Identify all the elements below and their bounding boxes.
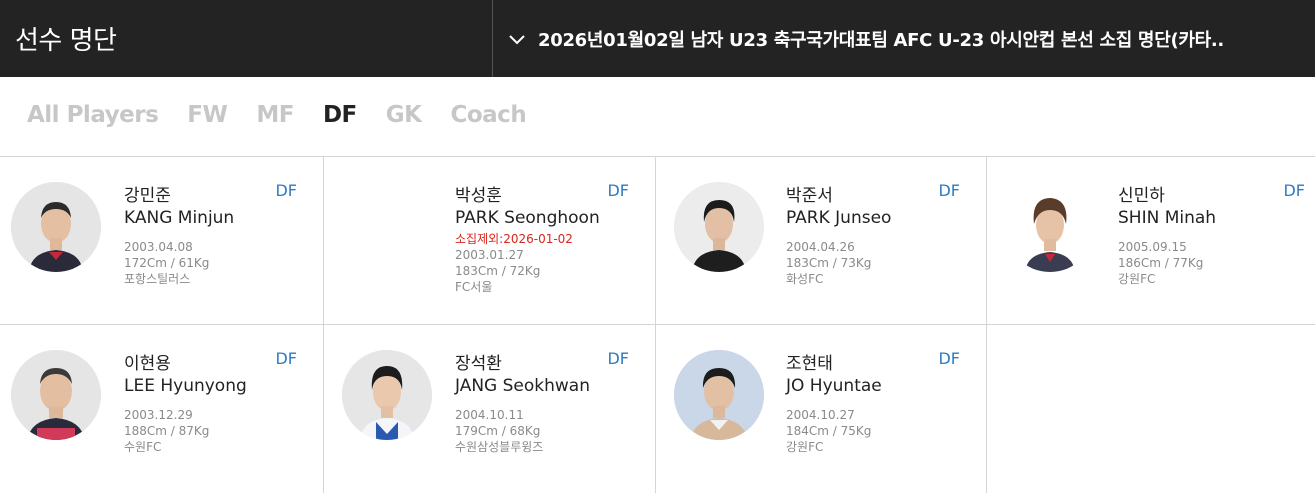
- player-photo: [335, 182, 425, 272]
- player-name-en: JO Hyuntae: [786, 376, 882, 396]
- player-name-en: LEE Hyunyong: [124, 376, 247, 396]
- player-photo: [11, 182, 101, 272]
- roster-dropdown-label: 2026년01월02일 남자 U23 축구국가대표팀 AFC U-23 아시안컵…: [538, 29, 1224, 51]
- player-name-en: JANG Seokhwan: [455, 376, 591, 396]
- player-body: 188Cm / 87Kg: [124, 424, 210, 438]
- player-name-en: PARK Junseo: [786, 208, 892, 228]
- position-badge: DF: [607, 349, 629, 368]
- excluded-notice: 소집제외:2026-01-02: [455, 232, 573, 246]
- player-birth: 2003.12.29: [124, 408, 193, 422]
- chevron-down-icon: [509, 34, 525, 44]
- tab-coach[interactable]: Coach: [450, 102, 526, 128]
- player-grid: 강민준 KANG Minjun 2003.04.08 172Cm / 61Kg …: [0, 156, 1315, 493]
- position-badge: DF: [275, 181, 297, 200]
- position-badge: DF: [275, 349, 297, 368]
- player-name-kr: 조현태: [786, 354, 833, 374]
- player-birth: 2005.09.15: [1118, 240, 1187, 254]
- tab-all-players[interactable]: All Players: [27, 102, 159, 128]
- player-club: 포항스틸러스: [124, 272, 191, 286]
- top-bar: 선수 명단 2026년01월02일 남자 U23 축구국가대표팀 AFC U-2…: [0, 0, 1315, 77]
- player-photo: [674, 182, 764, 272]
- player-card[interactable]: 조현태 JO Hyuntae 2004.10.27 184Cm / 75Kg 강…: [656, 325, 987, 493]
- player-name-kr: 신민하: [1118, 186, 1165, 206]
- position-badge: DF: [938, 181, 960, 200]
- player-info: 장석환 JANG Seokhwan 2004.10.11 179Cm / 68K…: [455, 353, 590, 455]
- player-club: FC서울: [455, 280, 493, 294]
- player-body: 172Cm / 61Kg: [124, 256, 210, 270]
- position-badge: DF: [1283, 181, 1305, 200]
- page-title: 선수 명단: [15, 26, 117, 56]
- player-birth: 2003.01.27: [455, 248, 524, 262]
- player-info: 박성훈 PARK Seonghoon 소집제외:2026-01-02 2003.…: [455, 185, 600, 295]
- player-birth: 2004.10.27: [786, 408, 855, 422]
- roster-dropdown[interactable]: 2026년01월02일 남자 U23 축구국가대표팀 AFC U-23 아시안컵…: [506, 0, 1306, 77]
- player-body: 179Cm / 68Kg: [455, 424, 541, 438]
- player-name-kr: 박준서: [786, 186, 833, 206]
- player-photo: [674, 350, 764, 440]
- player-birth: 2004.04.26: [786, 240, 855, 254]
- player-body: 186Cm / 77Kg: [1118, 256, 1204, 270]
- player-name-en: KANG Minjun: [124, 208, 235, 228]
- player-club: 수원삼성블루윙즈: [455, 440, 544, 454]
- player-name-kr: 이현용: [124, 354, 171, 374]
- empty-card-slot: [987, 325, 1315, 493]
- player-info: 강민준 KANG Minjun 2003.04.08 172Cm / 61Kg …: [124, 185, 234, 287]
- player-club: 강원FC: [1118, 272, 1156, 286]
- divider: [492, 0, 493, 77]
- position-tabs: All Players FW MF DF GK Coach: [27, 102, 555, 128]
- player-body: 184Cm / 75Kg: [786, 424, 872, 438]
- player-body: 183Cm / 72Kg: [455, 264, 541, 278]
- player-name-en: PARK Seonghoon: [455, 208, 600, 228]
- player-name-kr: 장석환: [455, 354, 502, 374]
- player-info: 신민하 SHIN Minah 2005.09.15 186Cm / 77Kg 강…: [1118, 185, 1216, 287]
- player-name-kr: 강민준: [124, 186, 171, 206]
- player-club: 화성FC: [786, 272, 824, 286]
- player-info: 이현용 LEE Hyunyong 2003.12.29 188Cm / 87Kg…: [124, 353, 247, 455]
- player-photo: [342, 350, 432, 440]
- tab-mf[interactable]: MF: [256, 102, 294, 128]
- player-card[interactable]: 강민준 KANG Minjun 2003.04.08 172Cm / 61Kg …: [0, 157, 324, 325]
- player-card[interactable]: 박성훈 PARK Seonghoon 소집제외:2026-01-02 2003.…: [324, 157, 656, 325]
- player-card[interactable]: 이현용 LEE Hyunyong 2003.12.29 188Cm / 87Kg…: [0, 325, 324, 493]
- player-photo: [1005, 182, 1095, 272]
- player-card[interactable]: 박준서 PARK Junseo 2004.04.26 183Cm / 73Kg …: [656, 157, 987, 325]
- position-badge: DF: [938, 349, 960, 368]
- position-badge: DF: [607, 181, 629, 200]
- player-info: 조현태 JO Hyuntae 2004.10.27 184Cm / 75Kg 강…: [786, 353, 882, 455]
- player-photo: [11, 350, 101, 440]
- player-birth: 2004.10.11: [455, 408, 524, 422]
- tab-fw[interactable]: FW: [187, 102, 228, 128]
- player-birth: 2003.04.08: [124, 240, 193, 254]
- tab-df[interactable]: DF: [323, 102, 357, 128]
- player-body: 183Cm / 73Kg: [786, 256, 872, 270]
- player-card[interactable]: 신민하 SHIN Minah 2005.09.15 186Cm / 77Kg 강…: [987, 157, 1315, 325]
- player-card[interactable]: 장석환 JANG Seokhwan 2004.10.11 179Cm / 68K…: [324, 325, 656, 493]
- tab-gk[interactable]: GK: [386, 102, 422, 128]
- player-name-en: SHIN Minah: [1118, 208, 1217, 228]
- player-info: 박준서 PARK Junseo 2004.04.26 183Cm / 73Kg …: [786, 185, 891, 287]
- player-club: 강원FC: [786, 440, 824, 454]
- player-name-kr: 박성훈: [455, 186, 502, 206]
- player-club: 수원FC: [124, 440, 162, 454]
